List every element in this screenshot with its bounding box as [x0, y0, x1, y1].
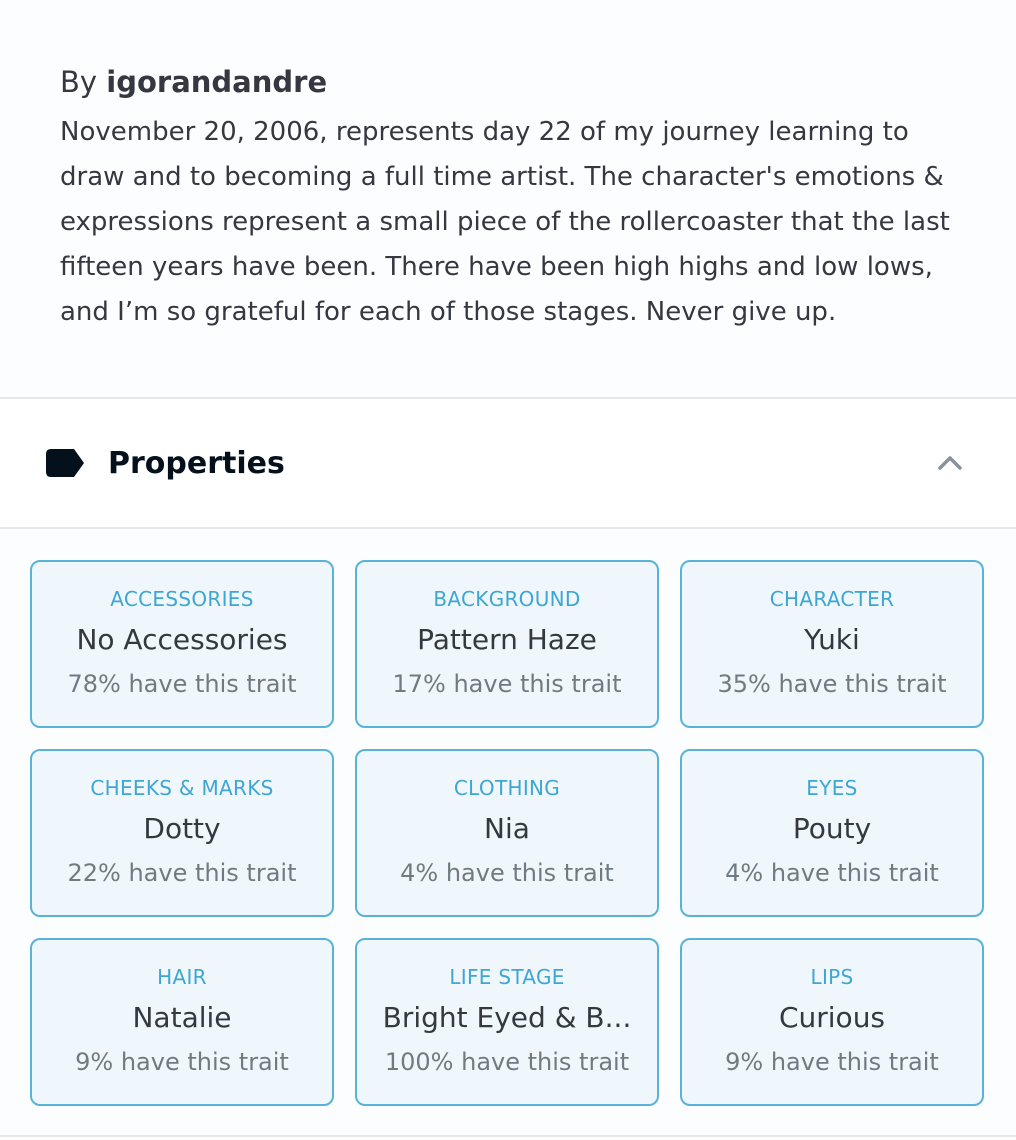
property-card-character[interactable]: CHARACTER Yuki 35% have this trait: [680, 560, 984, 728]
property-card-accessories[interactable]: ACCESSORIES No Accessories 78% have this…: [30, 560, 334, 728]
property-rarity: 17% have this trait: [392, 670, 622, 698]
property-type: CHEEKS & MARKS: [90, 776, 274, 800]
property-type: CHARACTER: [769, 587, 895, 611]
property-rarity: 9% have this trait: [75, 1048, 289, 1076]
byline: By igorandandre: [60, 62, 956, 102]
property-value: No Accessories: [76, 623, 288, 656]
property-value: Curious: [778, 1001, 886, 1034]
property-rarity: 78% have this trait: [67, 670, 297, 698]
description-panel: By igorandandre November 20, 2006, repre…: [0, 0, 1016, 399]
property-type: CLOTHING: [453, 776, 561, 800]
property-value: Natalie: [132, 1001, 232, 1034]
properties-title: Properties: [108, 445, 285, 481]
property-card-life-stage[interactable]: LIFE STAGE Bright Eyed & B... 100% have …: [355, 938, 659, 1106]
property-type: BACKGROUND: [433, 587, 581, 611]
property-card-hair[interactable]: HAIR Natalie 9% have this trait: [30, 938, 334, 1106]
tag-icon: [46, 449, 84, 477]
property-rarity: 100% have this trait: [384, 1048, 630, 1076]
byline-prefix: By: [60, 65, 98, 99]
property-rarity: 4% have this trait: [725, 859, 939, 887]
property-value: Dotty: [143, 812, 221, 845]
property-card-clothing[interactable]: CLOTHING Nia 4% have this trait: [355, 749, 659, 917]
property-card-background[interactable]: BACKGROUND Pattern Haze 17% have this tr…: [355, 560, 659, 728]
property-type: LIPS: [810, 965, 854, 989]
property-value: Nia: [484, 812, 530, 845]
property-value: Yuki: [804, 623, 860, 656]
property-rarity: 4% have this trait: [400, 859, 614, 887]
property-card-cheeks-marks[interactable]: CHEEKS & MARKS Dotty 22% have this trait: [30, 749, 334, 917]
property-value: Pattern Haze: [417, 623, 597, 656]
author-link[interactable]: igorandandre: [106, 65, 327, 99]
property-card-eyes[interactable]: EYES Pouty 4% have this trait: [680, 749, 984, 917]
property-value: Pouty: [792, 812, 872, 845]
properties-grid: ACCESSORIES No Accessories 78% have this…: [30, 560, 986, 1106]
property-type: LIFE STAGE: [449, 965, 565, 989]
property-card-lips[interactable]: LIPS Curious 9% have this trait: [680, 938, 984, 1106]
property-type: ACCESSORIES: [110, 587, 254, 611]
properties-panel: ACCESSORIES No Accessories 78% have this…: [0, 529, 1016, 1137]
property-rarity: 22% have this trait: [67, 859, 297, 887]
properties-header[interactable]: Properties: [0, 399, 1016, 529]
property-value: Bright Eyed & B...: [382, 1001, 632, 1034]
property-type: EYES: [806, 776, 858, 800]
property-rarity: 9% have this trait: [725, 1048, 939, 1076]
property-rarity: 35% have this trait: [717, 670, 947, 698]
property-type: HAIR: [157, 965, 207, 989]
chevron-up-icon[interactable]: [936, 449, 964, 477]
description-text: November 20, 2006, represents day 22 of …: [60, 117, 950, 327]
